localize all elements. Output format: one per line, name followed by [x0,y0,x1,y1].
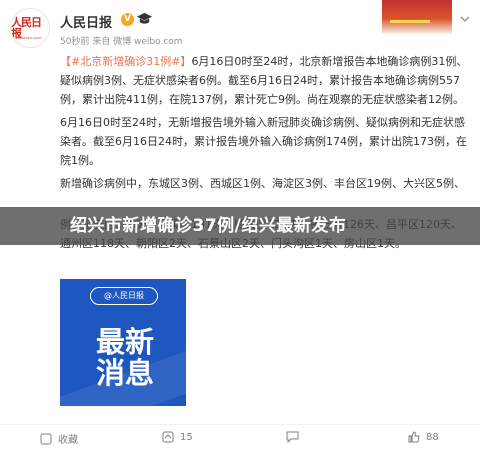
avatar-subtitle: PEOPLE'S DAILY [18,36,42,40]
favorite-icon [40,433,52,444]
header-decoration [382,0,452,34]
repost-count: 15 [180,431,193,443]
like-count: 88 [426,431,439,443]
favorite-label: 收藏 [58,435,78,446]
author-name[interactable]: 人民日报 [60,12,112,31]
news-image[interactable]: @人民日报 最新 消息 [60,279,186,406]
image-headline-line2: 消息 [95,356,154,390]
paragraph-1: 【#北京新增确诊31例#】6月16日0时至24时，北京新增报告本地确诊病例31例… [60,55,468,106]
avatar[interactable]: 人民日报 PEOPLE'S DAILY [10,8,50,48]
image-headline-line1: 最新 [95,325,154,359]
comment-button[interactable] [286,431,305,443]
paragraph-3: 新增确诊病例中，东城区3例、西城区1例、海淀区3例、丰台区19例、大兴区5例、 [60,177,465,190]
image-logo: @人民日报 [90,287,158,305]
favorite-button[interactable]: 收藏 [40,431,78,446]
action-bar: 收藏 15 88 [0,424,480,452]
chevron-down-icon[interactable] [458,12,472,26]
repost-button[interactable]: 15 [162,431,193,443]
image-headline: 最新 消息 [80,327,170,389]
verified-badge-icon: V [121,13,134,26]
paragraph-2: 6月16日0时至24时，无新增报告境外输入新冠肺炎确诊病例、疑似病例和无症状感染… [60,116,467,167]
repost-icon [162,431,174,443]
post-meta: 50秒前 来自 微博 weibo.com [60,37,183,47]
comment-icon [286,431,299,443]
thumbs-up-icon [408,431,420,443]
like-button[interactable]: 88 [408,431,439,443]
topic-link[interactable]: 【#北京新增确诊31例#】 [60,55,191,68]
headline-overlay: 绍兴市新增确诊37例/绍兴最新发布 [0,207,480,245]
post-header: 人民日报 PEOPLE'S DAILY 人民日报 V 50秒前 来自 微博 we… [0,0,480,52]
graduation-cap-icon [137,12,152,24]
